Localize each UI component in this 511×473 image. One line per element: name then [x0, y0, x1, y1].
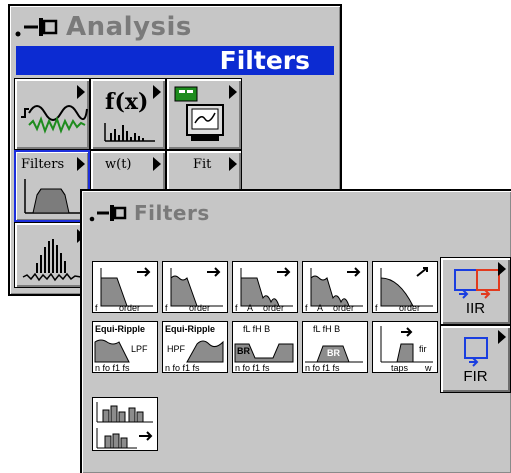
frequency-inputs-label: n fo f1 fs — [235, 363, 270, 373]
frequency-inputs-label: n fo f1 fs — [165, 363, 200, 373]
submenu-arrow-icon — [77, 85, 85, 99]
equiripple-bandpass-icon[interactable]: fL fH B BR n fo f1 fs — [302, 321, 368, 373]
icon-label-order: order — [119, 303, 141, 313]
br-label: BR — [237, 346, 250, 356]
submenu-arrow-icon — [229, 85, 237, 99]
submenu-arrow-icon — [229, 157, 237, 171]
fir-button[interactable]: FIR — [440, 325, 511, 393]
w-label: w — [425, 363, 432, 373]
submenu-arrow-icon — [77, 157, 85, 171]
frequency-inputs-label: n fo f1 fs — [305, 363, 340, 373]
submenu-arrow-icon — [498, 330, 506, 344]
icon-label-order: order — [399, 303, 421, 313]
icon-label-order: order — [263, 303, 285, 313]
inverse-chebyshev-filter-icon[interactable]: f A order — [232, 261, 298, 313]
measurement-tile[interactable] — [166, 78, 242, 150]
fir-windowed-filter-icon[interactable]: fir taps w — [372, 321, 438, 373]
icon-label-f: f — [235, 303, 238, 313]
analysis-subtitle-text: Filters — [219, 46, 310, 75]
br-label: BR — [327, 348, 340, 358]
frequency-inputs-label: n fo f1 fs — [95, 363, 130, 373]
fir-label: FIR — [463, 368, 488, 385]
formula-tile[interactable]: f(x) — [90, 78, 166, 150]
fir-label: fir — [419, 344, 427, 354]
pin-icon[interactable] — [88, 202, 128, 224]
icon-label-order: order — [333, 303, 355, 313]
icon-label-a: A — [317, 303, 324, 313]
lpf-label: LPF — [131, 344, 148, 354]
icon-label-f: f — [305, 303, 308, 313]
submenu-arrow-icon — [153, 85, 161, 99]
iir-button[interactable]: IIR — [440, 257, 511, 325]
chebyshev-filter-icon[interactable]: f order — [162, 261, 228, 313]
equiripple-lowpass-icon[interactable]: Equi-Ripple LPF n fo f1 fs — [92, 321, 158, 373]
icon-label-f: f — [165, 303, 168, 313]
icon-label-f: f — [375, 303, 378, 313]
icon-label-f: f — [95, 303, 98, 313]
equiripple-bandstop-icon[interactable]: fL fH B BR n fo f1 fs — [232, 321, 298, 373]
iir-label: IIR — [465, 300, 486, 317]
analysis-subtitle-bar: Filters — [16, 46, 334, 75]
filters-palette-title: Filters — [88, 201, 210, 225]
window-tile-label: w(t) — [105, 157, 132, 172]
filters-title-text: Filters — [134, 201, 210, 225]
bessel-filter-icon[interactable]: f order — [372, 261, 438, 313]
filters-tile[interactable]: Filters — [14, 150, 90, 222]
median-filter-icon[interactable] — [92, 397, 158, 451]
submenu-arrow-icon — [498, 262, 506, 276]
filters-palette: Filters f order f order f A order f A or… — [80, 189, 511, 473]
elliptic-filter-icon[interactable]: f A order — [302, 261, 368, 313]
signal-generation-tile[interactable] — [14, 78, 90, 150]
icon-label-order: order — [189, 303, 211, 313]
pin-icon[interactable] — [14, 14, 60, 40]
equiripple-highpass-icon[interactable]: Equi-Ripple HPF n fo f1 fs — [162, 321, 228, 373]
analysis-title-text: Analysis — [66, 12, 192, 42]
fit-tile-label: Fit — [193, 157, 212, 172]
submenu-arrow-icon — [153, 157, 161, 171]
analysis-palette-title: Analysis — [14, 12, 192, 42]
icon-label-a: A — [247, 303, 254, 313]
butterworth-filter-icon[interactable]: f order — [92, 261, 158, 313]
hpf-label: HPF — [167, 344, 185, 354]
taps-label: taps — [391, 363, 409, 373]
median-filter-plot-icon — [96, 402, 153, 449]
statistics-tile[interactable] — [14, 222, 90, 288]
